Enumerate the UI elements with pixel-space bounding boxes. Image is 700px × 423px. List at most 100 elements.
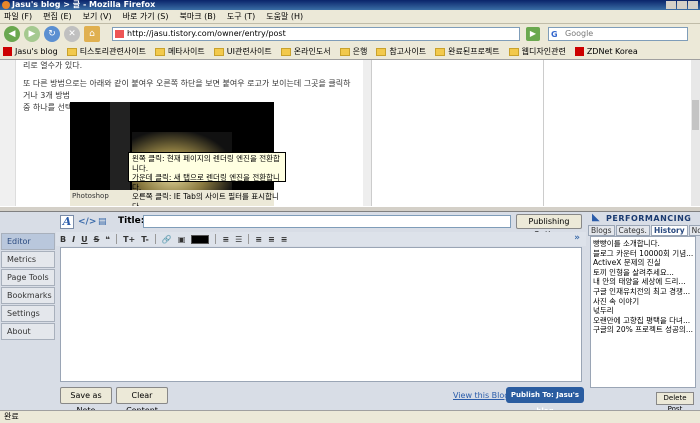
list-item[interactable]: 토끼 인형을 살려주세요... [593,268,693,278]
post-text-line: 또 다른 방법으로는 아래와 같이 붙여우 오른쪽 하단을 보면 붙여우 로고가… [23,79,351,100]
stop-button[interactable]: ✕ [64,26,80,42]
sidebar-item-metrics[interactable]: Metrics [1,251,55,268]
unordered-list-icon[interactable]: ☰ [235,235,242,244]
tab-notes[interactable]: Notes [688,225,700,236]
performancing-logo-icon: ◣ [592,212,600,223]
bookmark-folder[interactable]: 참고사이트 [376,46,426,57]
page-right-column [543,60,691,206]
align-right-icon[interactable]: ≡ [281,235,288,244]
bookmark-folder[interactable]: 메타사이트 [154,46,205,57]
font-size-down-button[interactable]: T- [141,235,149,244]
sidebar-item-editor[interactable]: Editor [1,233,55,250]
bookmark-folder[interactable]: UI관련사이트 [213,46,272,57]
scrollbar-thumb[interactable] [692,100,699,130]
sidebar-item-page-tools[interactable]: Page Tools [1,269,55,286]
menu-file[interactable]: 파일 (F) [4,11,32,22]
window-controls [666,1,698,9]
sidebar-item-about[interactable]: About [1,323,55,340]
underline-button[interactable]: U [81,235,88,244]
list-item[interactable]: ActiveX 문제의 진실 [593,258,693,268]
firefox-icon [2,1,10,9]
post-editor-area[interactable] [60,247,582,382]
folder-icon [376,47,387,56]
bookmark-folder[interactable]: 웹디자인관련 [508,46,566,57]
title-label: Title: [118,216,145,226]
preview-mode-icon[interactable]: ▤ [98,217,107,227]
forward-arrow-icon: ▶ [28,29,36,39]
minimize-button[interactable] [666,1,676,9]
tab-blogs[interactable]: Blogs [588,225,615,236]
url-text: http://jasu.tistory.com/owner/entry/post [127,29,286,38]
list-item[interactable]: 구글 인재유치전의 최고 경쟁... [593,287,693,297]
sidebar-item-settings[interactable]: Settings [1,305,55,322]
ordered-list-icon[interactable]: ≡ [222,235,229,244]
sidebar-item-bookmarks[interactable]: Bookmarks [1,287,55,304]
publish-button[interactable]: Publish To: Jasu's blog [506,387,584,415]
post-scrollbar[interactable] [363,60,371,206]
list-item[interactable]: 넋두리 [593,306,693,316]
go-button[interactable]: ▶ [526,27,540,41]
performancing-sidebar: Editor Metrics Page Tools Bookmarks Sett… [0,212,56,410]
page-middle-column [371,60,543,206]
insert-link-icon[interactable]: 🔗 [162,235,172,244]
home-button[interactable]: ⌂ [84,26,100,42]
window-titlebar: Jasu's blog > 글 - Mozilla Firefox [0,0,700,10]
home-icon: ⌂ [89,29,95,39]
rich-text-mode-icon[interactable]: A [60,215,74,229]
menu-view[interactable]: 보기 (V) [83,11,112,22]
list-item[interactable]: 구글의 20% 프로젝트 성공의... [593,325,693,335]
bookmark-folder[interactable]: 티스토리관련사이트 [66,46,146,57]
post-text-line: 리로 열수가 있다. [23,61,83,70]
list-item[interactable]: 내 안의 태양을 세상에 드리... [593,277,693,287]
menu-bookmarks[interactable]: 북마크 (B) [180,11,216,22]
view-blog-link[interactable]: View this Blog [453,391,509,400]
list-item[interactable]: 사진 속 이야기 [593,297,693,307]
close-button[interactable] [688,1,698,9]
maximize-button[interactable] [677,1,687,9]
expand-toolbar-icon[interactable]: » [574,233,580,243]
menu-help[interactable]: 도움말 (H) [266,11,303,22]
menu-tools[interactable]: 도구 (T) [227,11,255,22]
strike-button[interactable]: S [94,235,100,244]
menu-edit[interactable]: 편집 (E) [43,11,72,22]
font-size-up-button[interactable]: T+ [123,235,135,244]
delete-post-button[interactable]: Delete Post [656,392,694,413]
navigation-toolbar: ◀ ▶ ↻ ✕ ⌂ http://jasu.tistory.com/owner/… [0,24,700,44]
list-item[interactable]: 빵빵이를 소개합니다. [593,239,693,249]
performancing-brand: PERFORMANCING [606,214,692,223]
quote-icon[interactable]: ❝ [105,235,110,244]
reload-icon: ↻ [48,29,56,39]
title-input[interactable] [143,215,511,228]
search-placeholder: Google [565,29,594,38]
list-item[interactable]: 블로그 카운터 10000회 기념... [593,249,693,259]
clear-content-button[interactable]: Clear Content [116,387,168,415]
list-item[interactable]: 오랜만에 고향집 평택을 다녀... [593,316,693,326]
publishing-options-button[interactable]: Publishing Options [516,214,582,239]
tab-history[interactable]: History [650,225,688,236]
bookmark-jasus-blog[interactable]: Jasu's blog [3,47,58,56]
formatting-toolbar: B I U S ❝ T+ T- 🔗 ▣ ≡ ☰ ≡ ≡ ≡ » [56,232,586,246]
bold-button[interactable]: B [60,235,66,244]
text-color-picker[interactable] [191,234,210,244]
bookmark-zdnet[interactable]: ZDNet Korea [574,47,638,56]
folder-icon [154,47,165,56]
menu-go[interactable]: 바로 가기 (S) [123,11,169,22]
align-center-icon[interactable]: ≡ [268,235,275,244]
performancing-right-panel: ◣ PERFORMANCING Blogs Categs. History No… [588,212,700,413]
insert-image-icon[interactable]: ▣ [178,235,186,244]
align-left-icon[interactable]: ≡ [255,235,262,244]
bookmark-folder[interactable]: 완료된프로젝트 [435,46,500,57]
save-as-note-button[interactable]: Save as Note [60,387,112,415]
url-bar[interactable]: http://jasu.tistory.com/owner/entry/post [112,27,520,41]
italic-button[interactable]: I [72,235,75,244]
back-button[interactable]: ◀ [4,26,20,42]
bookmark-folder[interactable]: 온라인도서 [280,46,331,57]
tab-categories[interactable]: Categs. [615,225,650,236]
page-scrollbar[interactable] [691,60,700,206]
forward-button[interactable]: ▶ [24,26,40,42]
search-box[interactable]: G Google [548,27,688,41]
reload-button[interactable]: ↻ [44,26,60,42]
bookmark-folder[interactable]: 은행 [339,46,367,57]
stop-icon: ✕ [68,29,76,39]
html-mode-icon[interactable]: </> [78,217,96,227]
